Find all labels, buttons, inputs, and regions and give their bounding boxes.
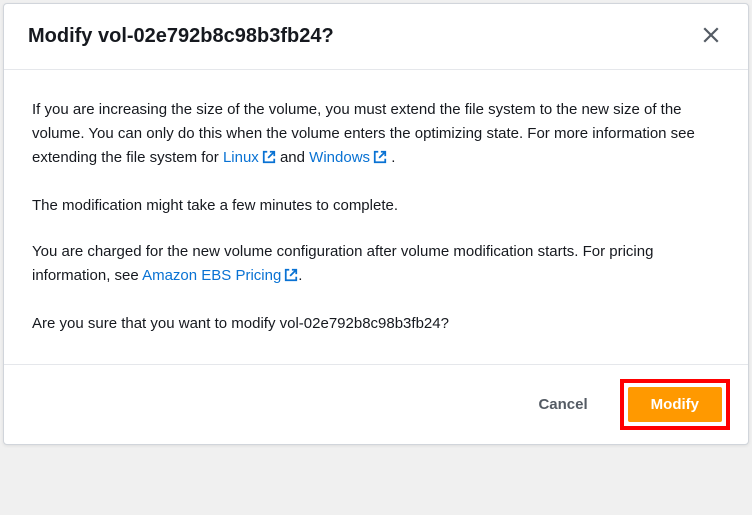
linux-link[interactable]: Linux — [223, 149, 276, 166]
info-paragraph-3: You are charged for the new volume confi… — [32, 240, 720, 290]
modal-title: Modify vol-02e792b8c98b3fb24? — [28, 25, 334, 48]
text: You are charged for the new volume confi… — [32, 243, 653, 284]
link-text: Amazon EBS Pricing — [142, 267, 281, 284]
close-icon — [702, 26, 720, 47]
cancel-button[interactable]: Cancel — [522, 388, 603, 421]
modal-footer: Cancel Modify — [4, 364, 748, 444]
text: and — [276, 149, 309, 166]
confirmation-question: Are you sure that you want to modify vol… — [32, 312, 720, 336]
ebs-pricing-link[interactable]: Amazon EBS Pricing — [142, 267, 298, 284]
modify-volume-modal: Modify vol-02e792b8c98b3fb24? If you are… — [3, 3, 749, 445]
modal-header: Modify vol-02e792b8c98b3fb24? — [4, 4, 748, 70]
modal-body: If you are increasing the size of the vo… — [4, 70, 748, 364]
info-paragraph-1: If you are increasing the size of the vo… — [32, 98, 720, 172]
text: . — [298, 267, 302, 284]
modify-button[interactable]: Modify — [628, 387, 722, 422]
external-link-icon — [373, 148, 387, 172]
external-link-icon — [262, 148, 276, 172]
windows-link[interactable]: Windows — [309, 149, 387, 166]
highlight-box: Modify — [620, 379, 730, 430]
link-text: Linux — [223, 149, 259, 166]
external-link-icon — [284, 266, 298, 290]
link-text: Windows — [309, 149, 370, 166]
close-button[interactable] — [698, 22, 724, 51]
info-paragraph-2: The modification might take a few minute… — [32, 194, 720, 218]
text: . — [387, 149, 395, 166]
